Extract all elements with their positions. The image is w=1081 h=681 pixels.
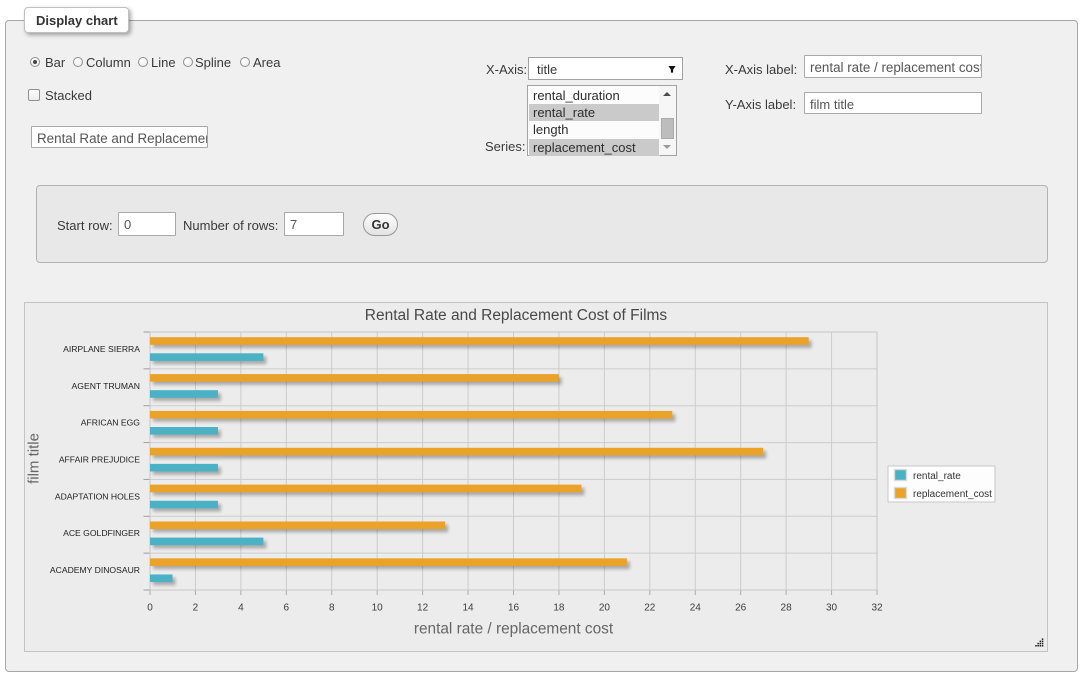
svg-text:ACADEMY DINOSAUR: ACADEMY DINOSAUR (50, 565, 140, 575)
svg-text:30: 30 (826, 603, 838, 614)
svg-text:10: 10 (372, 603, 384, 614)
svg-text:14: 14 (462, 603, 474, 614)
svg-text:ACE GOLDFINGER: ACE GOLDFINGER (63, 528, 140, 538)
svg-text:rental_rate: rental_rate (913, 471, 961, 482)
svg-text:replacement_cost: replacement_cost (913, 489, 992, 500)
svg-text:AFRICAN EGG: AFRICAN EGG (81, 418, 141, 428)
svg-text:6: 6 (284, 603, 290, 614)
svg-text:18: 18 (553, 603, 565, 614)
svg-text:16: 16 (508, 603, 520, 614)
svg-text:28: 28 (781, 603, 793, 614)
svg-text:2: 2 (193, 603, 199, 614)
svg-text:0: 0 (147, 603, 153, 614)
svg-text:ADAPTATION HOLES: ADAPTATION HOLES (55, 491, 140, 501)
svg-text:12: 12 (417, 603, 429, 614)
svg-text:24: 24 (690, 603, 702, 614)
svg-text:26: 26 (735, 603, 747, 614)
svg-text:20: 20 (599, 603, 611, 614)
svg-text:film title: film title (26, 433, 43, 484)
svg-text:AFFAIR PREJUDICE: AFFAIR PREJUDICE (59, 455, 140, 465)
svg-text:4: 4 (238, 603, 244, 614)
svg-text:32: 32 (871, 603, 883, 614)
svg-text:8: 8 (329, 603, 335, 614)
svg-text:rental rate / replacement cost: rental rate / replacement cost (414, 621, 614, 638)
svg-text:22: 22 (644, 603, 656, 614)
svg-text:AIRPLANE SIERRA: AIRPLANE SIERRA (63, 344, 140, 354)
svg-text:Rental Rate and Replacement Co: Rental Rate and Replacement Cost of Film… (365, 307, 668, 324)
svg-text:AGENT TRUMAN: AGENT TRUMAN (72, 381, 140, 391)
